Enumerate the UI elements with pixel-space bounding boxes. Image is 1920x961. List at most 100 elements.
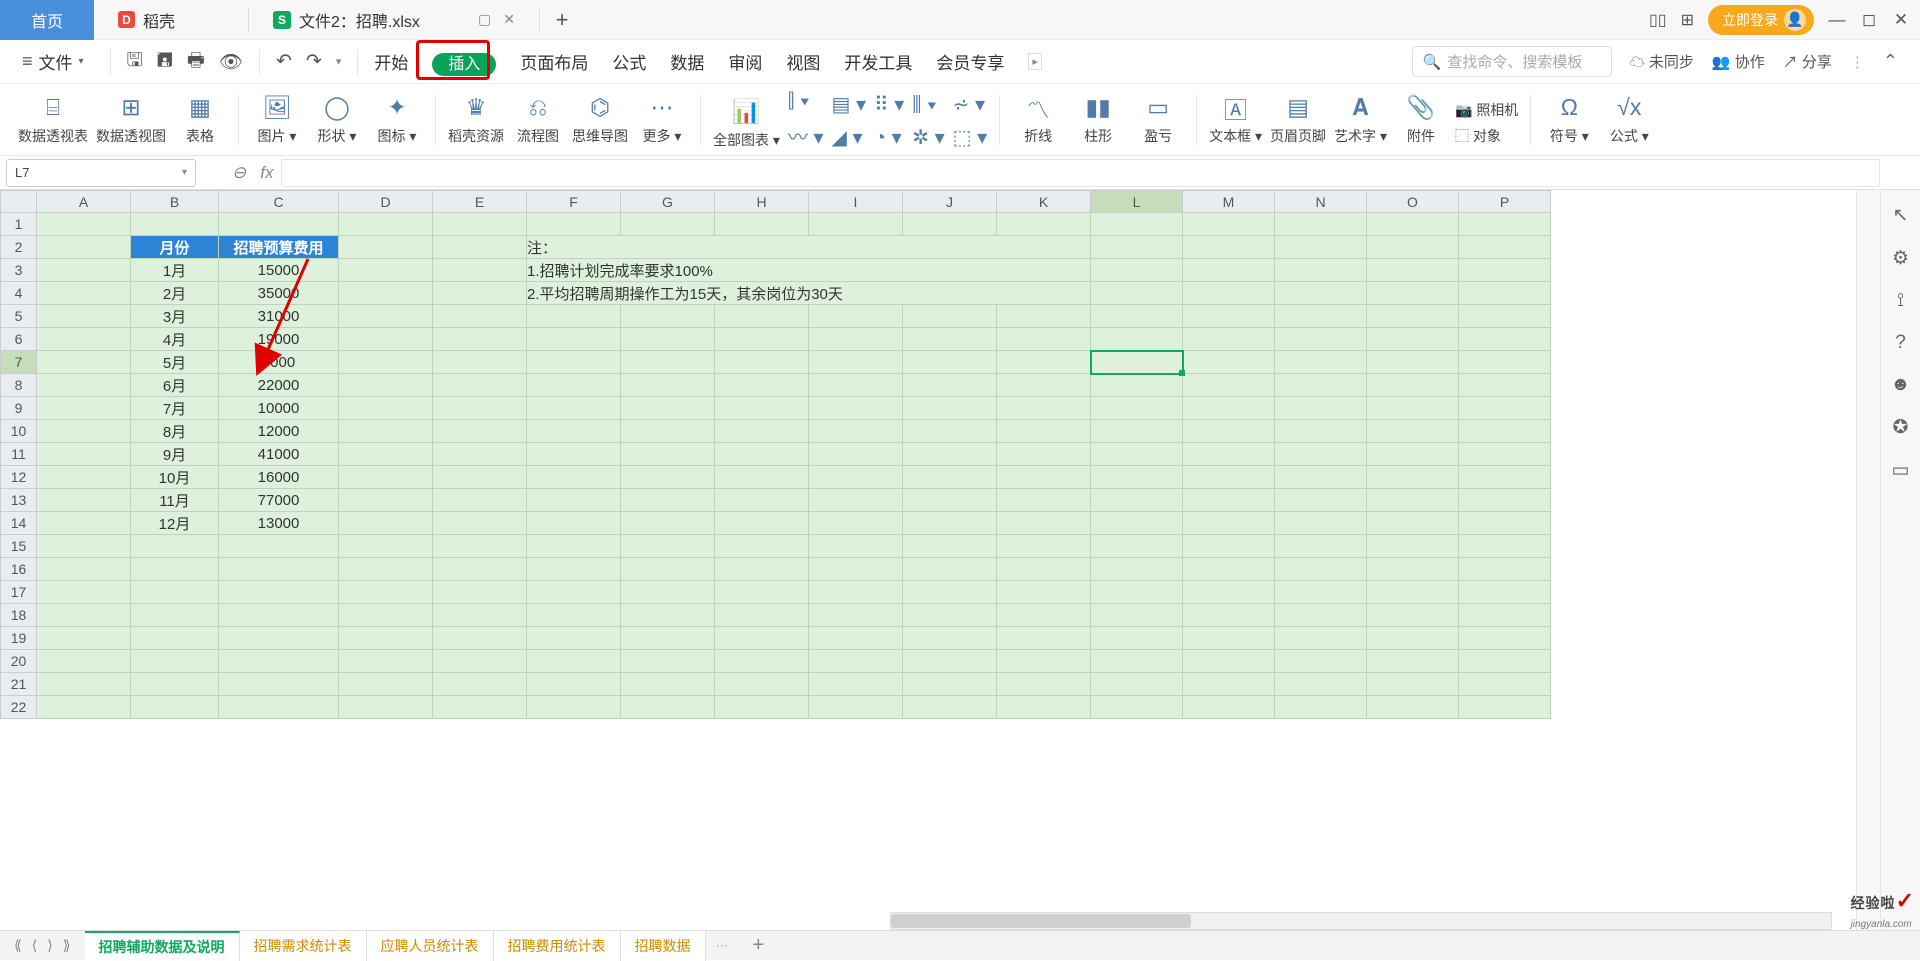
save-icon[interactable]: 🖫 bbox=[127, 46, 143, 78]
redo-icon[interactable]: ↷ bbox=[306, 50, 322, 73]
ribbon-attachment[interactable]: 📎附件 bbox=[1395, 94, 1447, 146]
sheet-prev-icon[interactable]: ⟨ bbox=[32, 937, 37, 954]
vertical-scrollbar[interactable] bbox=[1856, 190, 1880, 930]
ribbon-winloss[interactable]: ▭盈亏 bbox=[1132, 94, 1184, 146]
column-headers[interactable]: ABC DEF GHI JK L MNOP bbox=[1, 191, 1551, 213]
command-search[interactable]: 🔍 查找命令、搜索模板 bbox=[1412, 46, 1612, 77]
chart-surface-icon[interactable]: ⬚ ▾ bbox=[953, 125, 988, 150]
row[interactable]: 64月19000 bbox=[1, 328, 1551, 351]
chart-bar-icon[interactable]: ▤ ▾ bbox=[832, 92, 867, 117]
chevron-down-icon[interactable]: ▾ bbox=[336, 55, 342, 68]
ribbon-formula[interactable]: √x公式 ▾ bbox=[1603, 94, 1655, 146]
file-menu[interactable]: ≡ 文件 ▾ bbox=[22, 49, 84, 74]
menu-review[interactable]: 审阅 bbox=[728, 49, 762, 74]
ribbon-flowchart[interactable]: ⎌流程图 bbox=[512, 94, 564, 146]
ribbon-mindmap[interactable]: ⌬思维导图 bbox=[572, 94, 628, 146]
tab-pin-icon[interactable]: ▢ bbox=[478, 11, 491, 28]
tab-close-icon[interactable]: ✕ bbox=[503, 11, 515, 28]
menu-start[interactable]: 开始 bbox=[374, 49, 408, 74]
menu-more-icon[interactable]: ▸ bbox=[1028, 53, 1042, 70]
ribbon-symbol[interactable]: Ω符号 ▾ bbox=[1543, 94, 1595, 146]
help-icon[interactable]: ? bbox=[1895, 332, 1906, 354]
sheet-tab[interactable]: 招聘费用统计表 bbox=[494, 931, 621, 961]
row[interactable]: 75月9000 bbox=[1, 351, 1551, 374]
ribbon-picture[interactable]: 🖼图片 ▾ bbox=[251, 94, 303, 146]
chart-scatter-icon[interactable]: ⠿ ▾ bbox=[874, 92, 904, 117]
tab-docer[interactable]: D 稻壳 bbox=[94, 0, 248, 40]
horizontal-scrollbar[interactable] bbox=[890, 912, 1832, 930]
card-icon[interactable]: ▭ bbox=[1892, 459, 1910, 482]
robot-icon[interactable]: ☻ bbox=[1891, 374, 1911, 396]
ribbon-column[interactable]: ▮▮柱形 bbox=[1072, 94, 1124, 146]
row[interactable]: 19 bbox=[1, 627, 1551, 650]
menu-dev-tools[interactable]: 开发工具 bbox=[844, 49, 912, 74]
sheet-tab[interactable]: 招聘需求统计表 bbox=[240, 931, 367, 961]
menu-formula[interactable]: 公式 bbox=[612, 49, 646, 74]
chart-radar-icon[interactable]: ✲ ▾ bbox=[912, 125, 944, 150]
menu-member[interactable]: 会员专享 bbox=[936, 49, 1004, 74]
ribbon-pivot-chart[interactable]: ⊞数据透视图 bbox=[96, 94, 166, 146]
row[interactable]: 86月22000 bbox=[1, 374, 1551, 397]
row[interactable]: 22 bbox=[1, 696, 1551, 719]
chart-combo-icon[interactable]: ⩫ ▾ bbox=[953, 92, 988, 117]
select-icon[interactable]: ↖ bbox=[1893, 204, 1909, 227]
ribbon-pivot-table[interactable]: ⌸数据透视表 bbox=[18, 94, 88, 146]
menu-view[interactable]: 视图 bbox=[786, 49, 820, 74]
chart-stock-icon[interactable]: ⫼ ▾ bbox=[912, 94, 944, 117]
row[interactable]: 108月12000 bbox=[1, 420, 1551, 443]
formula-bar[interactable] bbox=[281, 159, 1880, 187]
ribbon-wordart[interactable]: 𝐀艺术字 ▾ bbox=[1334, 94, 1387, 146]
share-button[interactable]: ↗ 分享 bbox=[1783, 51, 1832, 72]
ribbon-camera[interactable]: 📷 照相机 bbox=[1455, 100, 1518, 120]
row[interactable]: 119月41000 bbox=[1, 443, 1551, 466]
ribbon-all-charts[interactable]: 📊全部图表 ▾ bbox=[713, 98, 780, 150]
row[interactable]: 17 bbox=[1, 581, 1551, 604]
cancel-fx-icon[interactable]: ⊖ bbox=[232, 163, 246, 183]
sheet-tab[interactable]: 应聘人员统计表 bbox=[367, 931, 494, 961]
login-button[interactable]: 立即登录 👤 bbox=[1708, 5, 1814, 35]
row[interactable]: 20 bbox=[1, 650, 1551, 673]
row[interactable]: 31月150001.招聘计划完成率要求100% bbox=[1, 259, 1551, 282]
menu-page-layout[interactable]: 页面布局 bbox=[520, 49, 588, 74]
ribbon-icon[interactable]: ✦图标 ▾ bbox=[371, 94, 423, 146]
chart-area-icon[interactable]: ◢ ▾ bbox=[832, 125, 867, 150]
sheet-add-button[interactable]: + bbox=[739, 934, 779, 957]
lightbulb-icon[interactable]: ✪ bbox=[1893, 416, 1909, 439]
ribbon-textbox[interactable]: 🄰文本框 ▾ bbox=[1209, 94, 1262, 146]
sheet-last-icon[interactable]: ⟫ bbox=[63, 937, 71, 954]
row[interactable]: 16 bbox=[1, 558, 1551, 581]
row[interactable]: 42月350002.平均招聘周期操作工为15天，其余岗位为30天 bbox=[1, 282, 1551, 305]
sheet-more-icon[interactable]: ⋯ bbox=[706, 938, 739, 954]
settings-slider-icon[interactable]: ⚙ bbox=[1892, 247, 1909, 270]
window-close[interactable]: ✕ bbox=[1892, 10, 1910, 30]
tab-new[interactable]: + bbox=[540, 7, 584, 33]
row[interactable]: 1311月77000 bbox=[1, 489, 1551, 512]
row[interactable]: 97月10000 bbox=[1, 397, 1551, 420]
sheet-next-icon[interactable]: ⟩ bbox=[47, 937, 52, 954]
ribbon-shape[interactable]: ◯形状 ▾ bbox=[311, 94, 363, 146]
chart-line-icon[interactable]: 〰 ▾ bbox=[788, 121, 824, 150]
ribbon-sparkline[interactable]: 〽折线 bbox=[1012, 94, 1064, 146]
layout-grid-icon[interactable]: ⊞ bbox=[1681, 10, 1694, 30]
chart-pie-icon[interactable]: ◔ ▾ bbox=[874, 125, 904, 150]
menu-insert[interactable]: 插入 bbox=[432, 53, 496, 76]
ribbon-table[interactable]: ▦表格 bbox=[174, 94, 226, 146]
sheet-tab[interactable]: 招聘数据 bbox=[621, 931, 706, 961]
fx-icon[interactable]: fx bbox=[260, 163, 273, 183]
ribbon-header-footer[interactable]: ▤页眉页脚 bbox=[1270, 94, 1326, 146]
name-box[interactable]: L7 ▾ bbox=[6, 159, 196, 187]
ruler-icon[interactable]: ⟟ bbox=[1897, 290, 1904, 312]
row[interactable]: 18 bbox=[1, 604, 1551, 627]
ribbon-more[interactable]: ⋯更多 ▾ bbox=[636, 94, 688, 146]
sync-status[interactable]: ☁ 未同步 bbox=[1630, 51, 1694, 72]
row[interactable]: 2月份招聘预算费用注： bbox=[1, 236, 1551, 259]
ribbon-object[interactable]: ⬚ 对象 bbox=[1455, 126, 1518, 146]
row[interactable]: 1 bbox=[1, 213, 1551, 236]
window-maximize[interactable]: ◻ bbox=[1860, 10, 1878, 30]
row[interactable]: 1210月16000 bbox=[1, 466, 1551, 489]
chart-column-icon[interactable]: ⫿ ▾ bbox=[788, 90, 824, 113]
print-icon[interactable]: 🖶 bbox=[187, 46, 205, 78]
sheet-first-icon[interactable]: ⟪ bbox=[14, 937, 22, 954]
menu-data[interactable]: 数据 bbox=[670, 49, 704, 74]
window-minimize[interactable]: — bbox=[1828, 10, 1846, 30]
